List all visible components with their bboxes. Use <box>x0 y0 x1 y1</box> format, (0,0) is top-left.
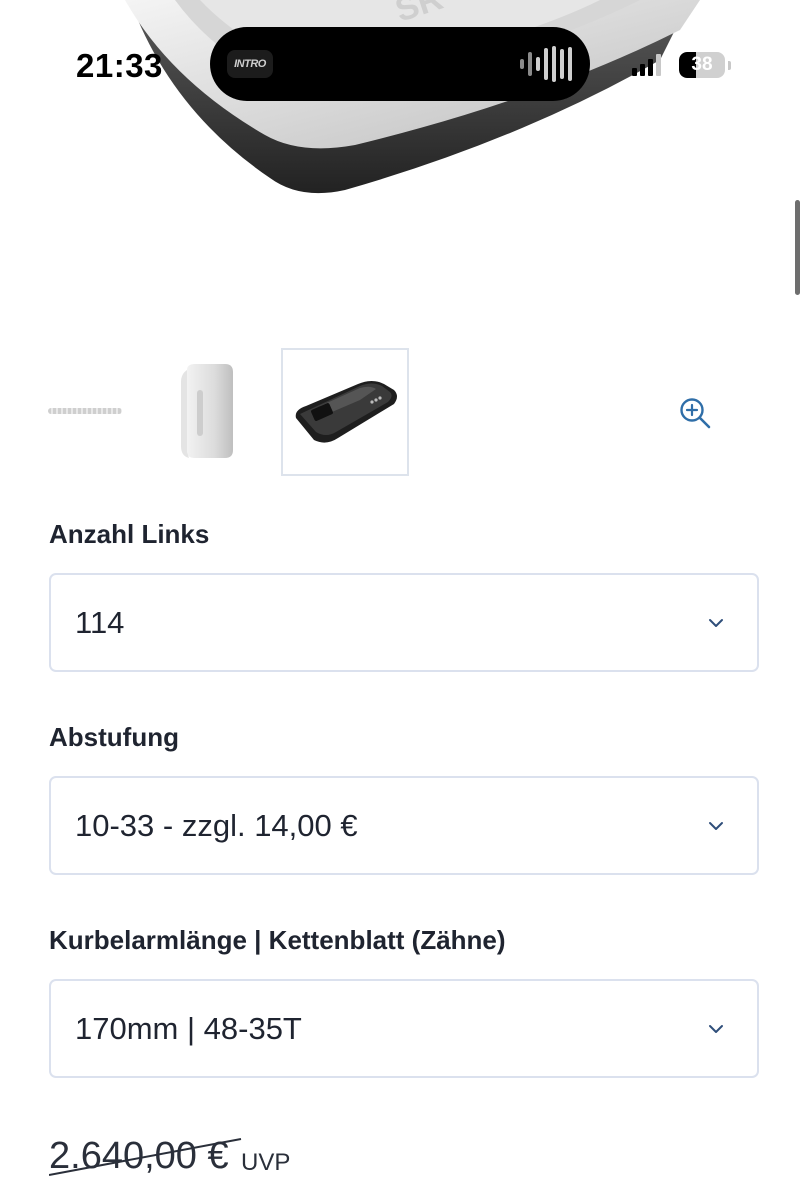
select-abstufung[interactable]: 10-33 - zzgl. 14,00 € <box>49 776 759 875</box>
now-playing-artwork: INTRO <box>227 50 273 78</box>
cellular-signal-icon <box>632 54 661 76</box>
select-value: 170mm | 48-35T <box>75 1010 302 1046</box>
select-value: 114 <box>75 604 125 640</box>
strikethrough-line <box>49 1138 242 1176</box>
charger-dock-image-icon <box>295 381 397 443</box>
option-label-abstufung: Abstufung <box>49 722 179 752</box>
option-label-anzahl-links: Anzahl Links <box>49 519 210 549</box>
thumbnail-battery[interactable] <box>144 348 272 476</box>
option-label-kurbelarmlaenge: Kurbelarmlänge | Kettenblatt (Zähne) <box>49 925 506 955</box>
page-scrollbar[interactable] <box>795 200 800 295</box>
select-anzahl-links[interactable]: 114 <box>49 573 759 672</box>
chevron-down-icon <box>709 618 723 627</box>
zoom-in-icon <box>680 398 711 429</box>
battery-pack-image-icon <box>181 364 233 458</box>
battery-icon: 38 <box>679 52 725 78</box>
chevron-down-icon <box>709 821 723 830</box>
zoom-button[interactable] <box>674 392 716 434</box>
select-value: 10-33 - zzgl. 14,00 € <box>75 807 358 843</box>
price-uvp-label: UVP <box>241 1149 291 1176</box>
battery-percentage: 38 <box>691 54 713 75</box>
old-price: 2.640,00 € <box>49 1133 242 1179</box>
thumbnail-charger-dock[interactable] <box>281 348 409 476</box>
chevron-down-icon <box>709 1024 723 1033</box>
audio-waveform-icon <box>520 46 572 82</box>
dynamic-island: INTRO <box>210 27 590 101</box>
select-kurbelarmlaenge[interactable]: 170mm | 48-35T <box>49 979 759 1078</box>
battery-cap <box>728 61 731 70</box>
thumbnail-partial[interactable] <box>48 408 122 414</box>
status-time: 21:33 <box>76 47 163 84</box>
